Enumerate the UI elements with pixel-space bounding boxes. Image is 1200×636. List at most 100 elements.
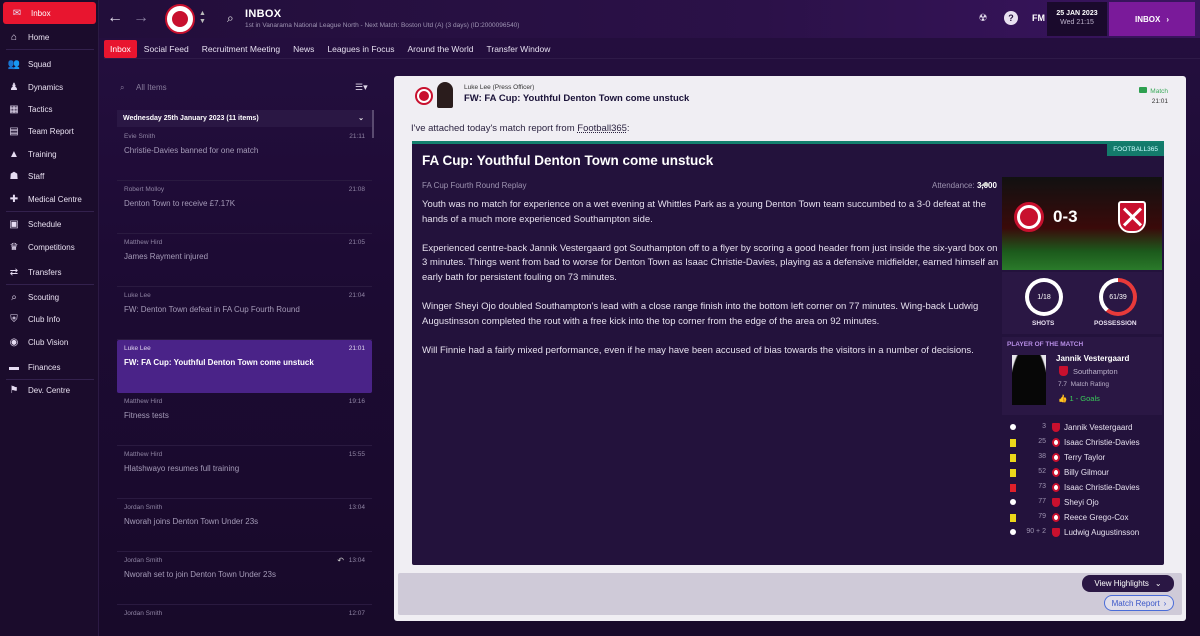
sender-avatar[interactable] [437,82,453,108]
fm-logo[interactable]: FM [1032,13,1045,23]
match-event[interactable]: 90 + 2 Ludwig Augustinsson [1002,526,1162,541]
tab-divider [104,58,1200,59]
tab-recruitment-meeting[interactable]: Recruitment Meeting [196,40,286,58]
match-event[interactable]: 73 Isaac Christie-Davies [1002,481,1162,496]
event-minute: 77 [1038,498,1046,505]
match-event[interactable]: 79 Reece Grego-Cox [1002,511,1162,526]
message-sender: Luke Lee [124,345,151,352]
potm-club[interactable]: Southampton [1073,367,1118,376]
date-group-header[interactable]: Wednesday 25th January 2023 (11 items) ⌄ [117,110,372,127]
report-competition[interactable]: FA Cup Fourth Round Replay [422,181,527,190]
sidebar-item-schedule[interactable]: ▣ Schedule [0,214,99,234]
chevron-down-icon[interactable]: ⌄ [358,114,364,122]
sender-club-badge [415,87,433,105]
tab-inbox[interactable]: Inbox [104,40,137,58]
sidebar-item-staff[interactable]: ☗ Staff [0,166,99,186]
report-paragraph: Experienced centre-back Jannik Vestergaa… [422,242,999,284]
club-switch-icon[interactable]: ▲ ▼ [199,10,206,26]
sidebar-item-team-report[interactable]: ▤ Team Report [0,121,99,141]
home-team-crest[interactable] [1014,202,1044,232]
event-player[interactable]: Ludwig Augustinsson [1064,528,1139,537]
list-item[interactable]: Matthew Hird 21:05 James Rayment injured [117,234,372,287]
forward-arrow-icon[interactable]: → [133,10,149,26]
squad-icon: 👥 [7,58,21,70]
potm-label: PLAYER OF THE MATCH [1007,341,1084,348]
club-badge[interactable] [165,4,195,34]
sidebar-item-club-vision[interactable]: ◉ Club Vision [0,332,99,352]
match-event[interactable]: 3 Jannik Vestergaard [1002,421,1162,436]
sidebar-item-label: Home [28,32,50,42]
view-highlights-button[interactable]: View Highlights ⌄ [1082,575,1174,592]
bug-icon[interactable]: ☢ [976,11,990,25]
list-item[interactable]: Jordan Smith 12:07 [117,605,372,636]
sidebar-item-label: Tactics [28,104,53,114]
list-item[interactable]: Robert Molloy 21:08 Denton Town to receive… [117,181,372,234]
source-link[interactable]: Football365 [577,123,627,134]
away-team-crest [1052,528,1060,537]
sidebar-item-club-info[interactable]: ⛨ Club Info [0,309,99,329]
match-event[interactable]: 25 Isaac Christie-Davies [1002,436,1162,451]
score-card[interactable]: 0-3 [1002,177,1162,270]
message-sender: Matthew Hird [124,398,163,405]
help-icon[interactable]: ? [1004,11,1018,25]
event-player[interactable]: Reece Grego-Cox [1064,513,1128,522]
event-player[interactable]: Jannik Vestergaard [1064,423,1133,432]
report-body: Youth was no match for experience on a w… [422,198,1000,372]
tab-transfer-window[interactable]: Transfer Window [480,40,556,58]
sidebar-item-scouting[interactable]: ⌕ Scouting [0,287,99,307]
event-player[interactable]: Isaac Christie-Davies [1064,438,1140,447]
sidebar-item-competitions[interactable]: ♛ Competitions [0,237,99,257]
event-player[interactable]: Billy Gilmour [1064,468,1109,477]
match-event[interactable]: 52 Billy Gilmour [1002,466,1162,481]
match-event[interactable]: 38 Terry Taylor [1002,451,1162,466]
tab-news[interactable]: News [287,40,320,58]
potm-goals: 👍 1 - Goals [1058,394,1100,403]
list-item[interactable]: Jordan Smith 13:04 Nworah set to join Dent… [117,552,372,605]
sidebar-item-home[interactable]: ⌂ Home [0,27,99,47]
list-item[interactable]: Matthew Hird 19:16 Fitness tests [117,393,372,446]
event-player[interactable]: Terry Taylor [1064,453,1105,462]
sidebar-item-inbox[interactable]: ✉ Inbox [3,2,96,24]
sidebar-item-dev-centre[interactable]: ⚑ Dev. Centre [0,380,99,400]
tab-around-the-world[interactable]: Around the World [401,40,479,58]
tab-social-feed[interactable]: Social Feed [138,40,195,58]
list-item[interactable]: Evie Smith 21:11 Christie-Davies banned fo… [117,128,372,181]
away-team-crest[interactable] [1118,201,1146,233]
list-item[interactable]: Jordan Smith 13:04 Nworah joins Denton Tow… [117,499,372,552]
sender-name[interactable]: Luke Lee [464,84,491,91]
date-group-label: Wednesday 25th January 2023 (11 items) [123,115,259,122]
sidebar-item-tactics[interactable]: ▦ Tactics [0,99,99,119]
sidebar-item-training[interactable]: ▲ Training [0,144,99,164]
list-item[interactable]: Luke Lee 21:01 FW: FA Cup: Youthful Denton… [117,340,372,393]
sidebar-item-dynamics[interactable]: ♟ Dynamics [0,77,99,97]
continue-inbox-button[interactable]: INBOX › [1109,2,1195,36]
search-icon[interactable]: ⌕ [227,11,234,26]
potm-name[interactable]: Jannik Vestergaard [1056,354,1129,363]
back-arrow-icon[interactable]: ← [107,10,123,26]
list-scrollbar[interactable] [372,110,374,138]
player-of-the-match[interactable]: PLAYER OF THE MATCH Jannik Vestergaard S… [1002,337,1162,415]
event-player[interactable]: Sheyi Ojo [1064,498,1099,507]
match-event[interactable]: 77 Sheyi Ojo [1002,496,1162,511]
date-box[interactable]: 25 JAN 2023 Wed 21:15 [1047,2,1107,36]
home-team-crest [1052,468,1060,477]
page-title: INBOX [245,8,282,20]
sidebar-item-finances[interactable]: ▬ Finances [0,357,99,377]
red-card-icon [1010,484,1016,492]
sidebar-item-medical-centre[interactable]: ✚ Medical Centre [0,189,99,209]
match-tag-icon [1139,87,1148,93]
filter-menu-icon[interactable]: ☰▾ [355,82,368,93]
team-report-icon: ▤ [9,125,19,137]
sidebar-item-transfers[interactable]: ⇄ Transfers [0,262,99,282]
sidebar-item-label: Club Info [28,314,61,324]
tab-leagues-in-focus[interactable]: Leagues in Focus [321,40,400,58]
sidebar-item-squad[interactable]: 👥 Squad [0,54,99,74]
match-report-button[interactable]: Match Report › [1104,595,1174,611]
sidebar-divider [6,284,94,285]
match-tag-label: Match [1150,88,1168,95]
sidebar-item-label: Staff [28,171,45,181]
list-item[interactable]: Matthew Hird 15:55 Hlatshwayo resumes full… [117,446,372,499]
search-input[interactable]: All Items [136,83,167,92]
event-player[interactable]: Isaac Christie-Davies [1064,483,1140,492]
list-item[interactable]: Luke Lee 21:04 FW: Denton Town defeat in F… [117,287,372,340]
